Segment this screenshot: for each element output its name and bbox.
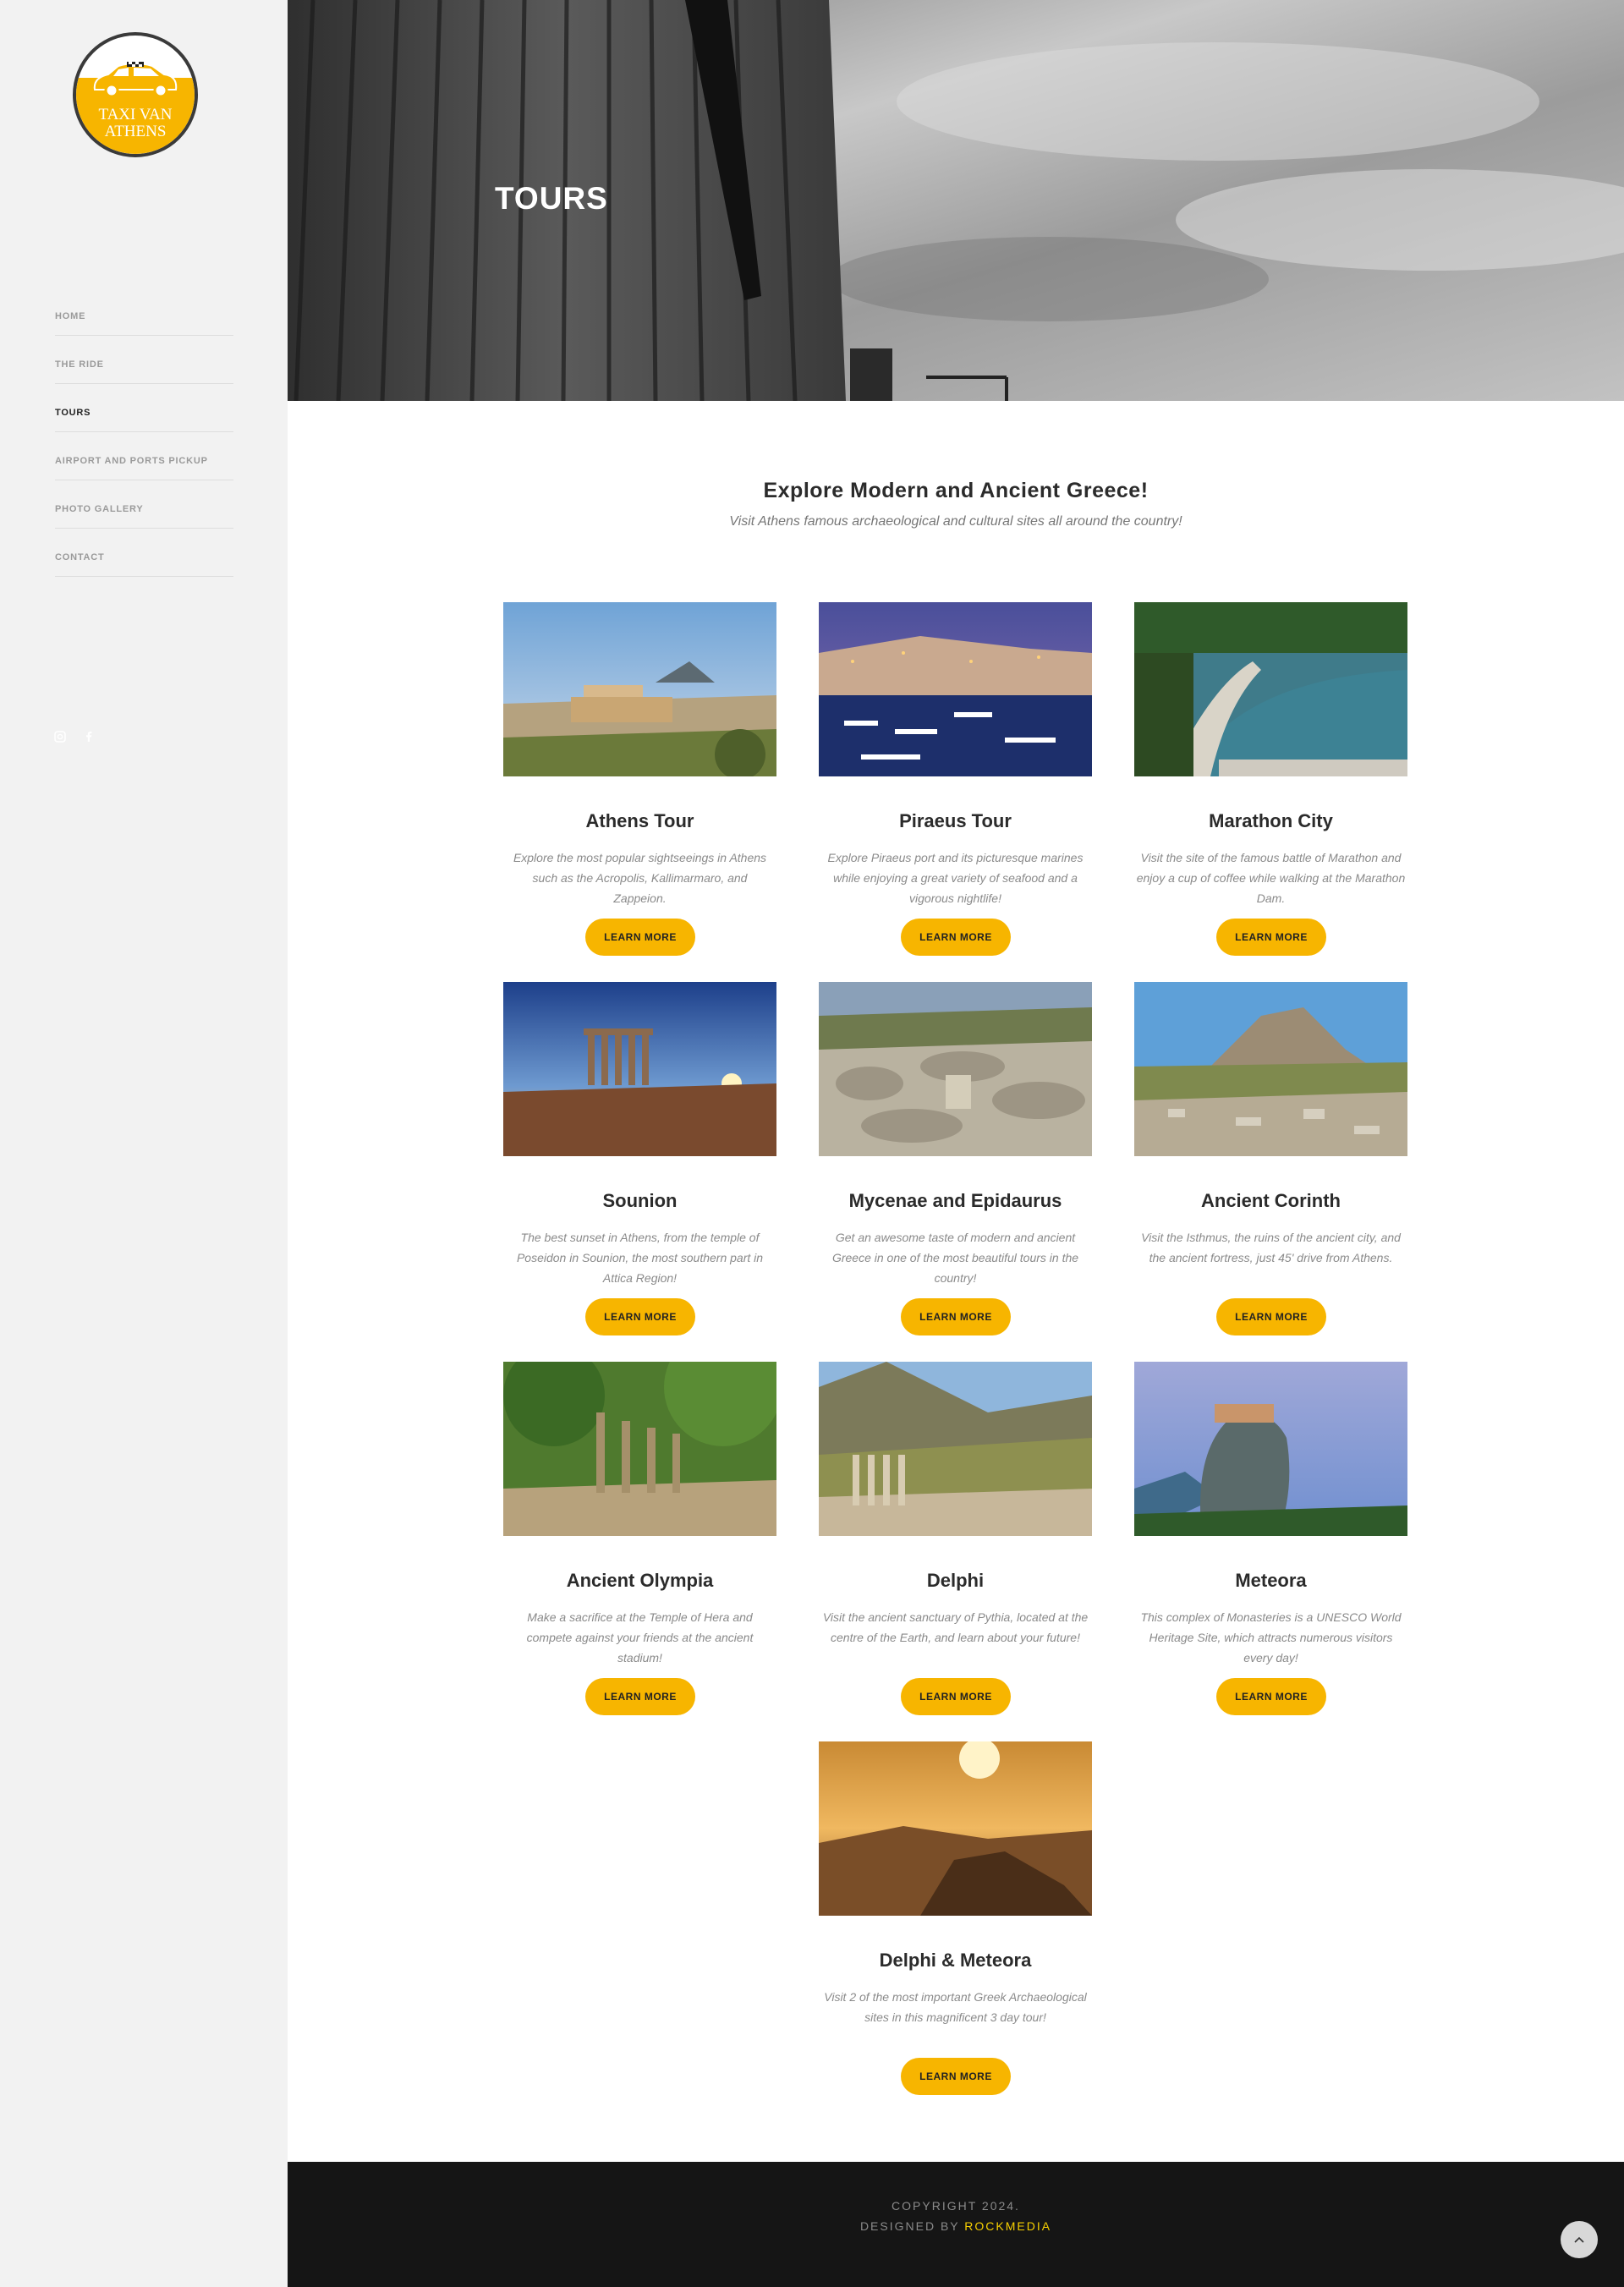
tour-description: Visit the ancient sanctuary of Pythia, l… <box>822 1610 1089 1644</box>
learn-more-button[interactable]: LEARN MORE <box>585 919 695 956</box>
learn-more-button[interactable]: LEARN MORE <box>901 2058 1011 2095</box>
nav-link-the-ride[interactable]: THE RIDE <box>55 359 104 370</box>
tour-card-olympia: Ancient Olympia Make a sacrifice at the … <box>503 1362 776 1751</box>
taxi-car-icon <box>93 62 178 98</box>
tour-card-corinth: Ancient Corinth Visit the Isthmus, the r… <box>1134 982 1407 1371</box>
tour-name: Delphi <box>926 1570 985 1591</box>
delphi-meteora-image[interactable] <box>819 1741 1092 1916</box>
main-nav: HOME THE RIDE TOURS AIRPORT AND PORTS PI… <box>55 288 233 577</box>
tour-description: Visit 2 of the most important Greek Arch… <box>824 1990 1087 2024</box>
nav-link-home[interactable]: HOME <box>55 311 85 321</box>
nav-link-contact[interactable]: CONTACT <box>55 552 105 562</box>
tour-description: Visit the Isthmus, the ruins of the anci… <box>1141 1231 1401 1264</box>
tour-description: Explore the most popular sightseeings in… <box>513 851 767 905</box>
designed-by-prefix: DESIGNED BY <box>859 2219 965 2233</box>
piraeus-tour-image[interactable] <box>819 602 1092 776</box>
designed-by-text: DESIGNED BY ROCKMEDIA <box>288 2219 1624 2233</box>
copyright-text: COPYRIGHT 2024. <box>892 2199 1020 2213</box>
tour-description: The best sunset in Athens, from the temp… <box>516 1231 764 1285</box>
learn-more-button[interactable]: LEARN MORE <box>585 1678 695 1715</box>
footer: COPYRIGHT 2024. DESIGNED BY ROCKMEDIA <box>288 2162 1624 2287</box>
delphi-image[interactable] <box>819 1362 1092 1536</box>
learn-more-button[interactable]: LEARN MORE <box>1216 919 1326 956</box>
taxi-van-athens-logo[interactable]: TAXI VAN ATHENS <box>73 32 198 157</box>
tour-card-sounion: Sounion The best sunset in Athens, from … <box>503 982 776 1371</box>
nav-item-home[interactable]: HOME <box>55 288 233 336</box>
section-subtitle: Visit Athens famous archaeological and c… <box>729 514 1182 529</box>
nav-item-airport-pickup[interactable]: AIRPORT AND PORTS PICKUP <box>55 432 233 480</box>
learn-more-button[interactable]: LEARN MORE <box>901 1678 1011 1715</box>
tour-name: Piraeus Tour <box>899 810 1012 831</box>
designer-link[interactable]: ROCKMEDIA <box>964 2219 1051 2233</box>
social-links <box>54 731 95 743</box>
mycenae-epidaurus-image[interactable] <box>819 982 1092 1156</box>
tour-card-marathon: Marathon City Visit the site of the famo… <box>1134 602 1407 991</box>
nav-item-contact[interactable]: CONTACT <box>55 529 233 577</box>
tour-card-delphi: Delphi Visit the ancient sanctuary of Py… <box>819 1362 1092 1751</box>
learn-more-button[interactable]: LEARN MORE <box>585 1298 695 1335</box>
tour-card-athens: Athens Tour Explore the most popular sig… <box>503 602 776 991</box>
nav-link-tours[interactable]: TOURS <box>55 408 91 418</box>
athens-tour-image[interactable] <box>503 602 776 776</box>
facebook-icon[interactable] <box>83 731 95 743</box>
page-title: TOURS <box>495 181 608 216</box>
meteora-image[interactable] <box>1134 1362 1407 1536</box>
learn-more-button[interactable]: LEARN MORE <box>901 1298 1011 1335</box>
learn-more-button[interactable]: LEARN MORE <box>901 919 1011 956</box>
tour-description: Visit the site of the famous battle of M… <box>1136 851 1406 905</box>
logo-text-line1: TAXI VAN <box>98 106 173 123</box>
nav-item-the-ride[interactable]: THE RIDE <box>55 336 233 384</box>
tour-name: Sounion <box>602 1190 678 1211</box>
section-title: Explore Modern and Ancient Greece! <box>763 479 1149 502</box>
hero-background-image <box>288 0 1624 401</box>
nav-link-photo-gallery[interactable]: PHOTO GALLERY <box>55 504 144 514</box>
tour-description: Get an awesome taste of modern and ancie… <box>831 1231 1079 1285</box>
tour-name: Ancient Olympia <box>566 1570 714 1591</box>
tour-description: Explore Piraeus port and its picturesque… <box>827 851 1084 905</box>
learn-more-button[interactable]: LEARN MORE <box>1216 1298 1326 1335</box>
tour-name: Delphi & Meteora <box>879 1950 1032 1971</box>
logo-text-line2: ATHENS <box>104 123 167 140</box>
tour-name: Mycenae and Epidaurus <box>848 1190 1062 1211</box>
ancient-olympia-image[interactable] <box>503 1362 776 1536</box>
tour-description: This complex of Monasteries is a UNESCO … <box>1140 1610 1402 1665</box>
nav-item-photo-gallery[interactable]: PHOTO GALLERY <box>55 480 233 529</box>
tour-name: Ancient Corinth <box>1201 1190 1341 1211</box>
marathon-city-image[interactable] <box>1134 602 1407 776</box>
nav-link-airport-pickup[interactable]: AIRPORT AND PORTS PICKUP <box>55 456 208 466</box>
tour-name: Meteora <box>1235 1570 1307 1591</box>
tour-name: Marathon City <box>1209 810 1333 831</box>
hero-banner: TOURS <box>288 0 1624 401</box>
instagram-icon[interactable] <box>54 731 66 743</box>
tour-card-meteora: Meteora This complex of Monasteries is a… <box>1134 1362 1407 1751</box>
tour-card-piraeus: Piraeus Tour Explore Piraeus port and it… <box>819 602 1092 991</box>
tour-name: Athens Tour <box>585 810 694 831</box>
learn-more-button[interactable]: LEARN MORE <box>1216 1678 1326 1715</box>
tour-card-delphi-meteora: Delphi & Meteora Visit 2 of the most imp… <box>819 1741 1092 2131</box>
nav-item-tours[interactable]: TOURS <box>55 384 233 432</box>
chevron-up-icon <box>1574 2236 1584 2243</box>
ancient-corinth-image[interactable] <box>1134 982 1407 1156</box>
sounion-image[interactable] <box>503 982 776 1156</box>
scroll-to-top-button[interactable] <box>1561 2221 1598 2258</box>
tour-description: Make a sacrifice at the Temple of Hera a… <box>526 1610 754 1665</box>
tour-card-mycenae: Mycenae and Epidaurus Get an awesome tas… <box>819 982 1092 1371</box>
sidebar: TAXI VAN ATHENS HOME THE RIDE TOURS AIRP… <box>0 0 288 2287</box>
